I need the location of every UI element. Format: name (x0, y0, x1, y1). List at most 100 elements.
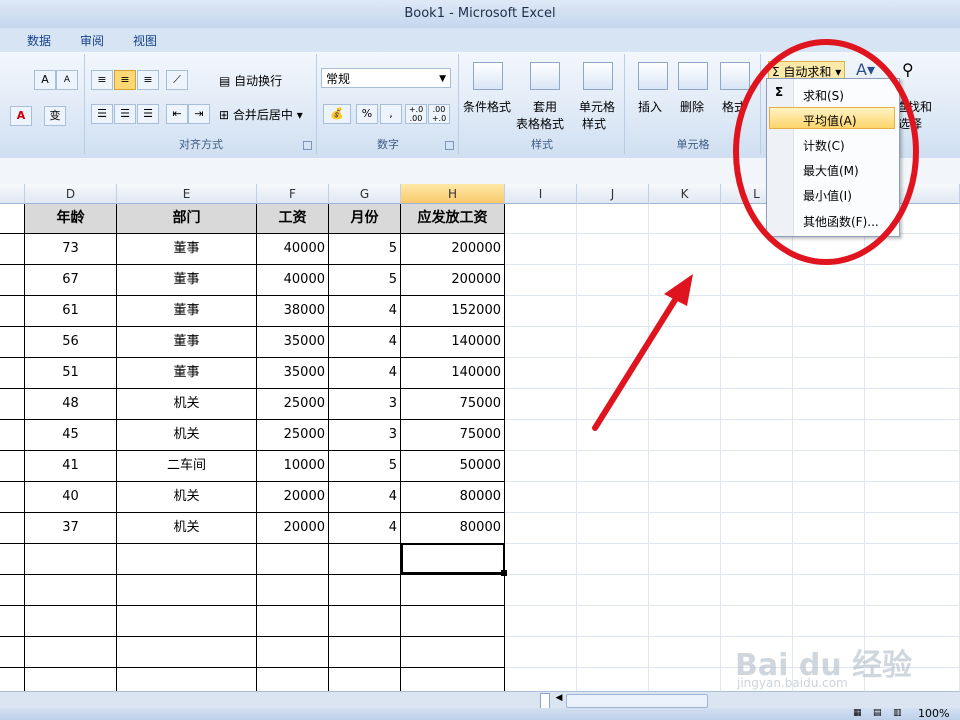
find-select-button-l2[interactable]: 选择 (898, 115, 922, 132)
empty-cell[interactable] (329, 637, 401, 668)
menu-item-sum[interactable]: 求和(S) (803, 87, 844, 104)
empty-cell[interactable] (577, 482, 649, 513)
empty-cell[interactable] (505, 389, 577, 420)
empty-cell[interactable] (0, 668, 25, 691)
empty-cell[interactable] (329, 544, 401, 575)
empty-cell[interactable] (117, 606, 257, 637)
empty-cell[interactable] (865, 575, 960, 606)
empty-cell[interactable] (793, 234, 865, 265)
column-header-k[interactable]: K (649, 184, 721, 204)
decrease-decimal-button[interactable]: .00 +.0 (428, 104, 450, 124)
empty-cell[interactable] (721, 296, 793, 327)
empty-cell[interactable] (577, 451, 649, 482)
table-data-cell[interactable]: 80000 (401, 482, 505, 513)
empty-cell[interactable] (793, 451, 865, 482)
page-break-icon[interactable]: ▥ (893, 708, 902, 718)
column-header-g[interactable]: G (329, 184, 401, 204)
empty-cell[interactable] (117, 668, 257, 691)
column-header-i[interactable]: I (505, 184, 577, 204)
table-data-cell[interactable]: 152000 (401, 296, 505, 327)
empty-cell[interactable] (721, 451, 793, 482)
empty-cell[interactable] (865, 513, 960, 544)
wrap-text-button[interactable]: ▤ 自动换行 (219, 72, 282, 89)
empty-cell[interactable] (505, 420, 577, 451)
table-data-cell[interactable]: 4 (329, 482, 401, 513)
empty-cell[interactable] (0, 327, 25, 358)
empty-cell[interactable] (0, 482, 25, 513)
empty-cell[interactable] (505, 451, 577, 482)
empty-cell[interactable] (793, 358, 865, 389)
empty-cell[interactable] (793, 389, 865, 420)
scroll-split-handle[interactable] (540, 693, 550, 709)
empty-cell[interactable] (505, 265, 577, 296)
empty-cell[interactable] (257, 606, 329, 637)
table-header-cell[interactable]: 应发放工资 (401, 204, 505, 234)
percent-button[interactable]: % (356, 104, 378, 124)
empty-cell[interactable] (577, 606, 649, 637)
empty-cell[interactable] (721, 513, 793, 544)
empty-cell[interactable] (649, 296, 721, 327)
table-header-cell[interactable]: 部门 (117, 204, 257, 234)
orientation-button[interactable]: ⟋ (166, 70, 188, 90)
menu-item-max[interactable]: 最大值(M) (803, 162, 859, 179)
table-data-cell[interactable]: 140000 (401, 327, 505, 358)
align-bottom-button[interactable]: ≡ (137, 70, 159, 90)
table-data-cell[interactable]: 20000 (257, 513, 329, 544)
empty-cell[interactable] (649, 606, 721, 637)
table-data-cell[interactable]: 45 (25, 420, 117, 451)
empty-cell[interactable] (329, 606, 401, 637)
empty-cell[interactable] (721, 327, 793, 358)
table-data-cell[interactable]: 38000 (257, 296, 329, 327)
table-data-cell[interactable]: 机关 (117, 513, 257, 544)
empty-cell[interactable] (865, 389, 960, 420)
font-color-button[interactable]: A (10, 106, 32, 126)
number-format-select[interactable]: 常规 ▼ (321, 68, 451, 88)
empty-cell[interactable] (721, 389, 793, 420)
table-data-cell[interactable]: 25000 (257, 420, 329, 451)
empty-cell[interactable] (505, 234, 577, 265)
empty-cell[interactable] (0, 296, 25, 327)
menu-item-count[interactable]: 计数(C) (803, 137, 845, 154)
grow-font-button[interactable]: A (34, 70, 56, 90)
table-data-cell[interactable]: 61 (25, 296, 117, 327)
empty-cell[interactable] (649, 420, 721, 451)
empty-cell[interactable] (721, 575, 793, 606)
empty-cell[interactable] (401, 606, 505, 637)
active-cell[interactable] (401, 543, 505, 574)
tab-data[interactable]: 数据 (27, 32, 51, 49)
fill-handle[interactable] (501, 570, 507, 576)
tab-view[interactable]: 视图 (133, 32, 157, 49)
empty-cell[interactable] (577, 575, 649, 606)
empty-cell[interactable] (0, 575, 25, 606)
empty-cell[interactable] (505, 204, 577, 234)
empty-cell[interactable] (649, 482, 721, 513)
empty-cell[interactable] (865, 265, 960, 296)
empty-cell[interactable] (649, 637, 721, 668)
empty-cell[interactable] (865, 420, 960, 451)
merge-center-button[interactable]: ⊞ 合并后居中 ▾ (219, 106, 303, 123)
empty-cell[interactable] (25, 575, 117, 606)
empty-cell[interactable] (793, 420, 865, 451)
column-header-j[interactable]: J (577, 184, 649, 204)
empty-cell[interactable] (721, 606, 793, 637)
column-header-f[interactable]: F (257, 184, 329, 204)
empty-cell[interactable] (865, 606, 960, 637)
empty-cell[interactable] (257, 575, 329, 606)
empty-cell[interactable] (25, 637, 117, 668)
empty-cell[interactable] (721, 234, 793, 265)
empty-cell[interactable] (865, 451, 960, 482)
table-data-cell[interactable]: 董事 (117, 327, 257, 358)
table-header-cell[interactable]: 年龄 (25, 204, 117, 234)
table-data-cell[interactable]: 机关 (117, 482, 257, 513)
table-data-cell[interactable]: 5 (329, 265, 401, 296)
empty-cell[interactable] (577, 544, 649, 575)
comma-button[interactable]: , (380, 104, 402, 124)
table-data-cell[interactable]: 4 (329, 358, 401, 389)
empty-cell[interactable] (649, 668, 721, 691)
table-data-cell[interactable]: 3 (329, 420, 401, 451)
table-data-cell[interactable]: 董事 (117, 358, 257, 389)
empty-cell[interactable] (721, 420, 793, 451)
table-format-button-l2[interactable]: 表格格式 (516, 115, 564, 132)
empty-cell[interactable] (577, 234, 649, 265)
empty-cell[interactable] (649, 513, 721, 544)
